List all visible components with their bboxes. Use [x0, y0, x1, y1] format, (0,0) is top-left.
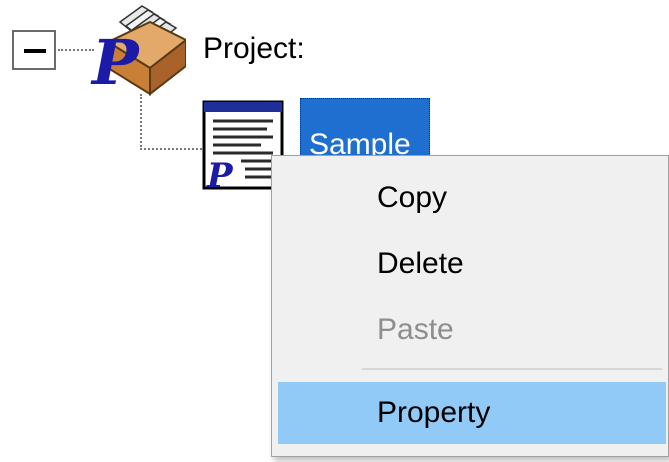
svg-text:P: P — [206, 156, 234, 192]
tree-node-label: Sample — [309, 128, 411, 158]
project-node-label[interactable]: Project: — [203, 29, 305, 69]
menu-item-label: Paste — [377, 313, 454, 346]
svg-text:P: P — [90, 26, 141, 96]
project-folder-icon[interactable]: P — [90, 2, 186, 96]
menu-item-copy[interactable]: Copy — [278, 167, 666, 229]
menu-item-delete[interactable]: Delete — [278, 233, 666, 295]
collapse-toggle-button[interactable] — [12, 30, 56, 70]
tree-connector-line — [58, 49, 94, 51]
menu-item-label: Copy — [377, 181, 448, 214]
menu-item-label: Delete — [377, 247, 464, 280]
tree-connector-line — [140, 148, 202, 150]
menu-item-label: Property — [377, 396, 491, 429]
menu-item-paste: Paste — [278, 299, 666, 361]
context-menu: Copy Delete Paste Property — [271, 155, 669, 457]
tree-connector-line — [140, 94, 142, 150]
minus-box-icon — [24, 49, 46, 53]
tree-node-sample[interactable]: Sample — [300, 98, 430, 158]
menu-item-property[interactable]: Property — [278, 382, 666, 444]
menu-separator — [362, 368, 662, 370]
